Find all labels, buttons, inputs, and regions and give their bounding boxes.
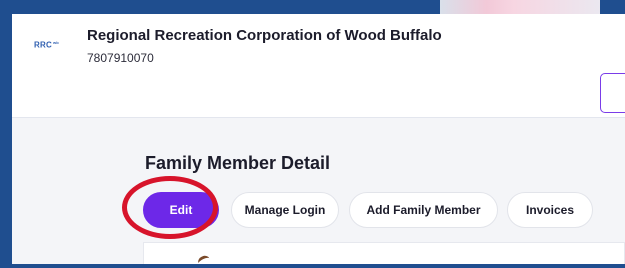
logo-sup: wb <box>52 40 59 45</box>
tab-add-family-member[interactable]: Add Family Member <box>349 192 498 228</box>
page-title: Family Member Detail <box>145 153 331 173</box>
org-logo[interactable]: RRCwb <box>34 40 59 50</box>
org-phone: 7807910070 <box>87 51 154 65</box>
window-top-edge <box>440 0 625 14</box>
window-bottom-edge <box>0 264 625 268</box>
app-header: RRCwb Regional Recreation Corporation of… <box>12 14 625 118</box>
window-top-corner <box>600 0 625 14</box>
tab-edit[interactable]: Edit <box>143 192 219 228</box>
tab-invoices[interactable]: Invoices <box>507 192 593 228</box>
logo-text: RRC <box>34 40 52 50</box>
org-name: Regional Recreation Corporation of Wood … <box>87 27 442 44</box>
header-action-button[interactable] <box>600 73 625 113</box>
tab-manage-login[interactable]: Manage Login <box>231 192 339 228</box>
